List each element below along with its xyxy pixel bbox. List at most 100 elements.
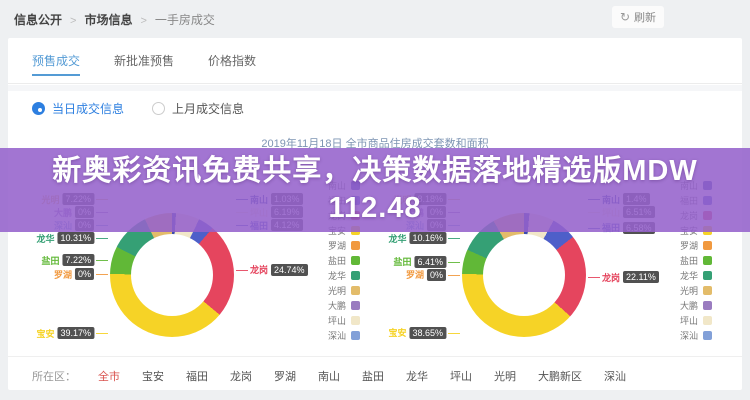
divider [8,356,742,357]
legend-item-大鹏[interactable]: 大鹏 [654,298,712,313]
pie-label-value: 39.17% [57,327,94,339]
legend-label: 罗湖 [328,239,346,252]
pie-label-connector [96,333,108,334]
pie-label: 宝安39.17% [36,326,94,340]
legend-label: 盐田 [680,254,698,267]
filter-option-宝安[interactable]: 宝安 [142,368,164,384]
district-filter: 所在区： 全市 宝安 福田 龙岗 罗湖 南山 盐田 龙华 坪山 光明 大鹏新区 深汕 [32,368,732,384]
pie-label-name: 宝安 [36,327,54,340]
tab-bar: 预售成交新批准预售价格指数 [8,38,742,84]
pie-label-name: 龙华 [388,232,406,245]
pie-label: 龙岗24.74% [250,263,308,277]
pie-label-value: 10.31% [57,232,94,244]
pie-label-connector [448,238,460,239]
filter-option-南山[interactable]: 南山 [318,368,340,384]
filter-option-大鹏新区[interactable]: 大鹏新区 [538,368,582,384]
pie-label-name: 龙岗 [250,263,268,276]
tab-预售成交[interactable]: 预售成交 [32,38,80,84]
tab-价格指数[interactable]: 价格指数 [208,38,256,84]
pie-label-connector [96,260,108,261]
legend-label: 龙华 [328,269,346,282]
legend-item-盐田[interactable]: 盐田 [302,253,360,268]
radio-icon [32,102,45,115]
legend-marker [351,316,360,325]
legend-label: 大鹏 [680,299,698,312]
breadcrumb: 信息公开>市场信息>一手房成交 [14,11,215,28]
legend-item-罗湖[interactable]: 罗湖 [302,238,360,253]
pie-label-value: 0% [427,269,446,281]
legend-marker [351,256,360,265]
filter-option-坪山[interactable]: 坪山 [450,368,472,384]
legend-item-罗湖[interactable]: 罗湖 [654,238,712,253]
legend-item-光明[interactable]: 光明 [302,283,360,298]
filter-option-罗湖[interactable]: 罗湖 [274,368,296,384]
legend-label: 深汕 [328,329,346,342]
separator-band [8,85,742,91]
pie-label: 龙岗22.11% [602,270,659,284]
pie-label-value: 0% [75,268,94,280]
pie-label-name: 罗湖 [406,268,424,281]
legend-marker [351,271,360,280]
legend-label: 龙华 [680,269,698,282]
legend-marker [703,316,712,325]
legend-label: 光明 [680,284,698,297]
filter-option-盐田[interactable]: 盐田 [362,368,384,384]
legend-marker [351,241,360,250]
radio-label: 当日成交信息 [52,100,124,117]
radio-option[interactable]: 上月成交信息 [152,100,244,117]
legend-marker [351,301,360,310]
pie-label-value: 10.16% [409,232,446,244]
pie-label-connector [448,333,460,334]
radio-label: 上月成交信息 [172,100,244,117]
breadcrumb-item[interactable]: 一手房成交 [155,13,215,27]
legend-item-深汕[interactable]: 深汕 [302,328,360,343]
pie-label: 宝安38.65% [388,326,446,340]
pie-label-name: 盐田 [393,255,411,268]
radio-option[interactable]: 当日成交信息 [32,100,124,117]
legend-item-坪山[interactable]: 坪山 [654,313,712,328]
pie-label: 盐田6.41% [393,255,446,269]
legend-label: 光明 [328,284,346,297]
legend-item-龙华[interactable]: 龙华 [302,268,360,283]
breadcrumb-item[interactable]: 信息公开 [14,13,62,27]
filter-option-全市[interactable]: 全市 [98,368,120,384]
legend-item-光明[interactable]: 光明 [654,283,712,298]
filter-option-光明[interactable]: 光明 [494,368,516,384]
pie-label-name: 宝安 [388,326,406,339]
refresh-button[interactable]: ↻ 刷新 [612,6,664,28]
refresh-icon: ↻ [620,10,630,24]
breadcrumb-item[interactable]: 市场信息 [84,13,132,27]
legend-item-深汕[interactable]: 深汕 [654,328,712,343]
filter-label: 所在区： [32,368,76,384]
pie-label-name: 龙华 [36,232,54,245]
pie-label-connector [448,262,460,263]
promo-overlay-banner: 新奥彩资讯免费共享，决策数据落地精选版MDW 112.48 [0,148,750,232]
pie-label-name: 龙岗 [602,271,620,284]
breadcrumb-separator: > [70,15,76,27]
pie-label-name: 盐田 [41,254,59,267]
pie-label-value: 38.65% [409,327,446,339]
filter-option-龙华[interactable]: 龙华 [406,368,428,384]
legend-item-坪山[interactable]: 坪山 [302,313,360,328]
legend-item-盐田[interactable]: 盐田 [654,253,712,268]
legend-marker [703,256,712,265]
pie-label-name: 罗湖 [54,268,72,281]
legend-label: 罗湖 [680,239,698,252]
pie-label-value: 6.41% [414,256,446,268]
pie-label: 罗湖0% [54,267,94,281]
legend-marker [703,286,712,295]
tab-新批准预售[interactable]: 新批准预售 [114,38,174,84]
legend-marker [703,241,712,250]
legend-label: 坪山 [328,314,346,327]
legend-marker [351,286,360,295]
top-bar: 信息公开>市场信息>一手房成交 ↻ 刷新 [0,0,750,38]
legend-item-龙华[interactable]: 龙华 [654,268,712,283]
filter-option-深汕[interactable]: 深汕 [604,368,626,384]
filter-option-龙岗[interactable]: 龙岗 [230,368,252,384]
legend-label: 坪山 [680,314,698,327]
legend-item-大鹏[interactable]: 大鹏 [302,298,360,313]
pie-label-connector [236,270,248,271]
filter-option-福田[interactable]: 福田 [186,368,208,384]
donut-hole [483,234,565,316]
pie-label: 罗湖0% [406,268,446,282]
